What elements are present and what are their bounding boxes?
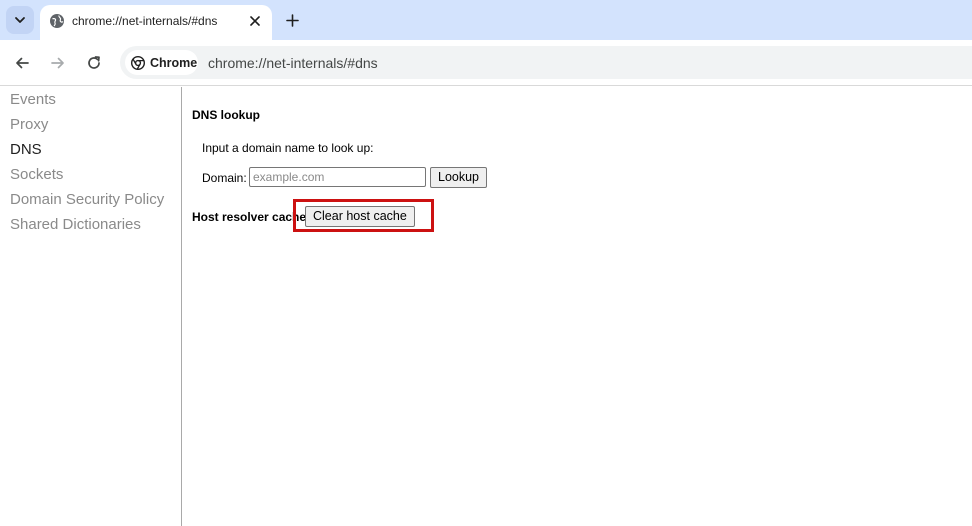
toolbar: Chrome chrome://net-internals/#dns xyxy=(0,40,972,86)
domain-label: Domain: xyxy=(202,171,247,185)
close-tab-button[interactable] xyxy=(246,12,264,30)
sidebar-item-dns[interactable]: DNS xyxy=(0,137,181,162)
sidebar: Events Proxy DNS Sockets Domain Security… xyxy=(0,87,182,526)
globe-icon xyxy=(50,14,64,28)
tab-search-button[interactable] xyxy=(6,6,34,34)
lookup-button[interactable]: Lookup xyxy=(430,167,488,188)
host-resolver-cache-title: Host resolver cache xyxy=(192,210,307,224)
close-icon xyxy=(250,16,260,26)
reload-icon xyxy=(88,56,100,69)
domain-input[interactable] xyxy=(249,167,426,187)
tab-net-internals[interactable]: chrome://net-internals/#dns xyxy=(40,5,272,40)
tab-strip: chrome://net-internals/#dns xyxy=(0,0,972,40)
arrow-right-icon xyxy=(51,57,64,69)
new-tab-button[interactable] xyxy=(282,10,302,30)
arrow-left-icon xyxy=(16,57,29,69)
sidebar-item-sockets[interactable]: Sockets xyxy=(0,162,181,187)
dns-lookup-hint: Input a domain name to look up: xyxy=(202,141,374,155)
forward-button[interactable] xyxy=(47,52,69,74)
sidebar-item-domain-security-policy[interactable]: Domain Security Policy xyxy=(0,187,181,212)
highlight-box xyxy=(293,199,434,232)
sidebar-item-events[interactable]: Events xyxy=(0,87,181,112)
reload-button[interactable] xyxy=(83,52,105,74)
site-info-chip[interactable]: Chrome xyxy=(125,50,198,75)
main-content: DNS lookup Input a domain name to look u… xyxy=(192,87,972,526)
address-bar[interactable]: Chrome chrome://net-internals/#dns xyxy=(120,46,972,79)
sidebar-item-proxy[interactable]: Proxy xyxy=(0,112,181,137)
chip-label: Chrome xyxy=(150,55,198,70)
url-text[interactable]: chrome://net-internals/#dns xyxy=(208,55,378,71)
chrome-logo-icon xyxy=(131,55,145,70)
back-button[interactable] xyxy=(11,52,33,74)
dns-lookup-title: DNS lookup xyxy=(192,108,260,122)
chevron-down-icon xyxy=(15,17,25,23)
tab-title: chrome://net-internals/#dns xyxy=(72,14,218,28)
plus-icon xyxy=(285,13,299,27)
sidebar-item-shared-dictionaries[interactable]: Shared Dictionaries xyxy=(0,212,181,237)
